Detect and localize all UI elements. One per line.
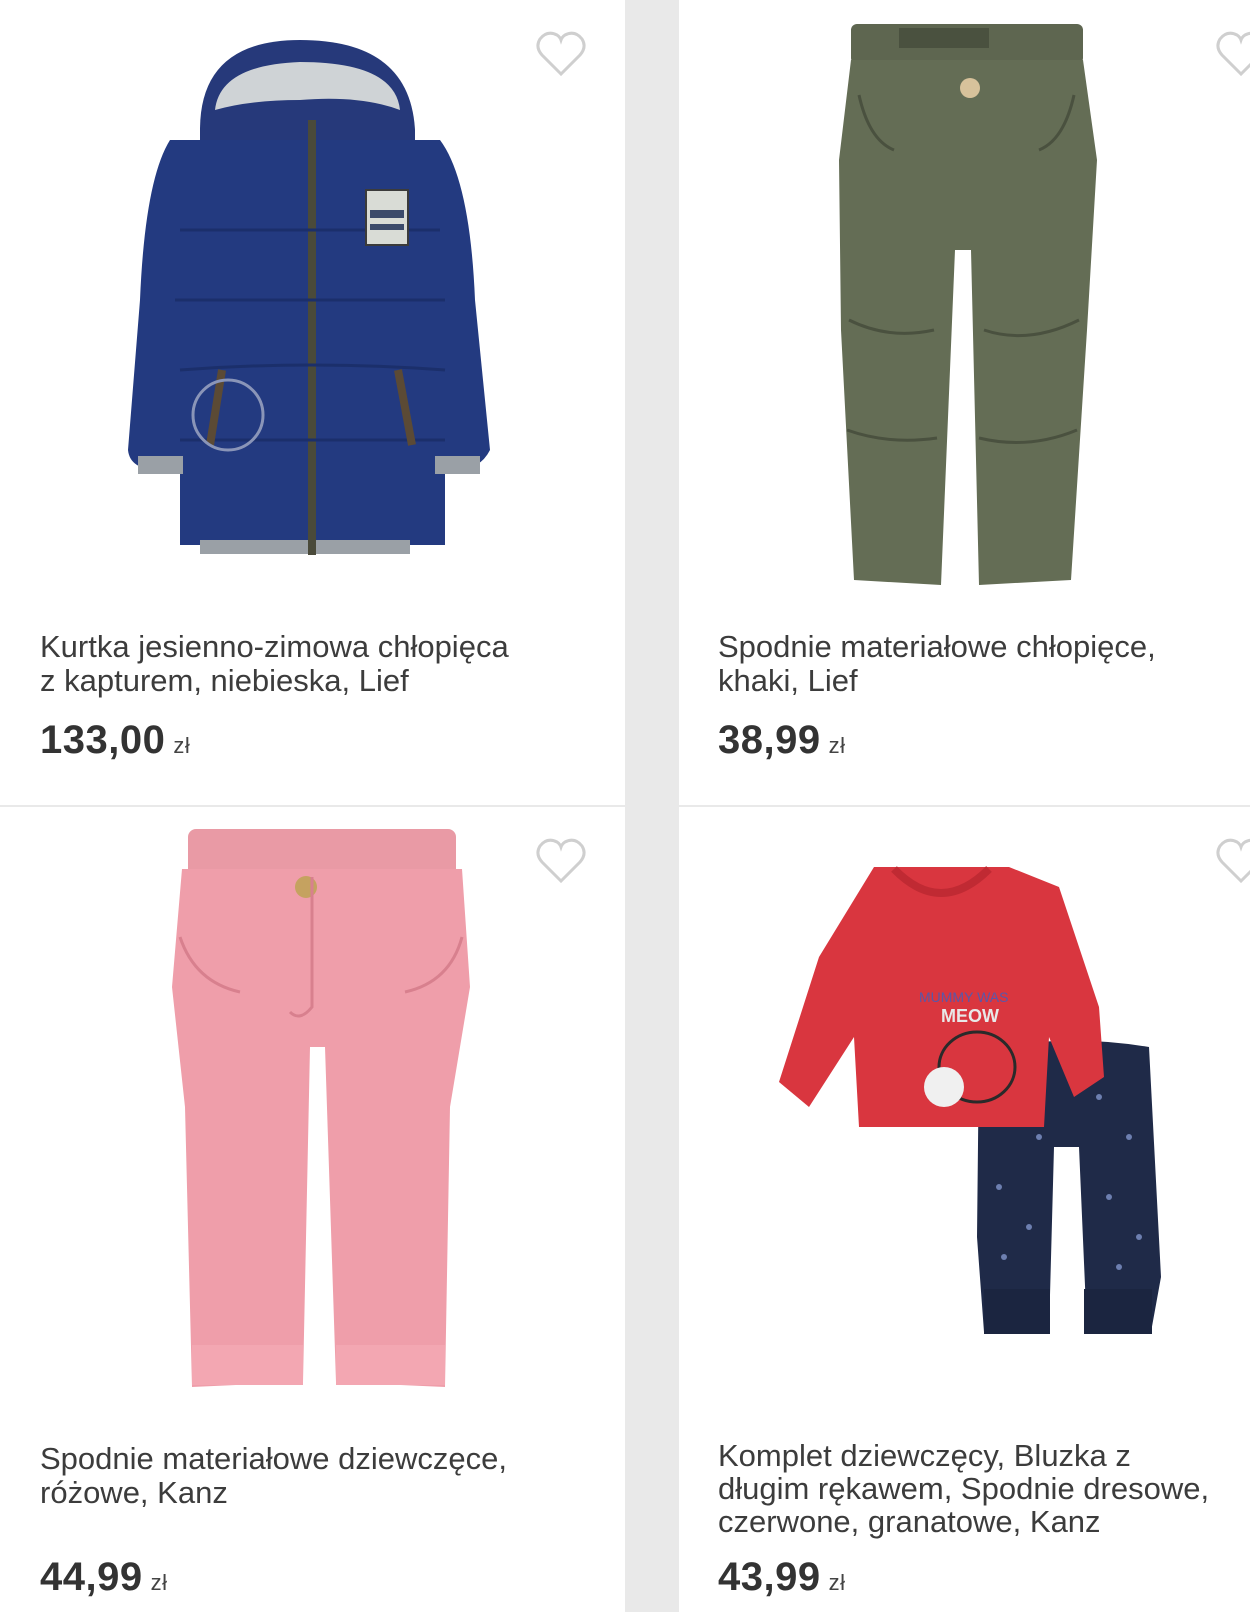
price-currency: zł (828, 733, 846, 758)
price-value: 133,00 (40, 718, 166, 762)
product-image-jacket[interactable] (0, 0, 625, 610)
price-value: 44,99 (40, 1555, 143, 1599)
favorite-heart-icon[interactable] (1215, 837, 1250, 885)
title-line: Komplet dziewczęcy, Bluzka z (718, 1438, 1131, 1473)
favorite-heart-icon[interactable] (1215, 30, 1250, 78)
title-line: Kurtka jesienno-zimowa chłopięca (40, 629, 509, 664)
favorite-heart-icon[interactable] (535, 837, 587, 885)
product-grid: Kurtka jesienno-zimowa chłopięca z kaptu… (0, 0, 1250, 1612)
favorite-heart-icon[interactable] (535, 30, 587, 78)
product-title[interactable]: Komplet dziewczęcy, Bluzka z długim ręka… (718, 1439, 1250, 1538)
product-card[interactable]: Spodnie materiałowe chłopięce, khaki, Li… (679, 0, 1250, 805)
price-currency: zł (173, 733, 191, 758)
product-title[interactable]: Kurtka jesienno-zimowa chłopięca z kaptu… (40, 630, 640, 698)
title-line: Spodnie materiałowe dziewczęce, (40, 1441, 507, 1476)
price-value: 38,99 (718, 718, 821, 762)
title-line: czerwone, granatowe, Kanz (718, 1504, 1101, 1539)
product-title[interactable]: Spodnie materiałowe chłopięce, khaki, Li… (718, 630, 1250, 698)
product-price: 133,00 zł (40, 718, 190, 763)
print-text: MEOW (941, 1006, 999, 1026)
print-text: MUMMY WAS (919, 989, 1008, 1005)
product-title[interactable]: Spodnie materiałowe dziewczęce, różowe, … (40, 1442, 640, 1510)
product-price: 44,99 zł (40, 1555, 168, 1600)
product-price: 43,99 zł (718, 1555, 846, 1600)
product-image-pink-pants[interactable] (0, 807, 625, 1417)
price-currency: zł (828, 1570, 846, 1595)
title-line: z kapturem, niebieska, Lief (40, 663, 409, 698)
title-line: Spodnie materiałowe chłopięce, (718, 629, 1156, 664)
product-card[interactable]: Spodnie materiałowe dziewczęce, różowe, … (0, 807, 625, 1612)
title-line: długim rękawem, Spodnie dresowe, (718, 1471, 1210, 1506)
product-image-khaki-pants[interactable] (679, 0, 1250, 610)
product-card[interactable]: Kurtka jesienno-zimowa chłopięca z kaptu… (0, 0, 625, 805)
price-currency: zł (150, 1570, 168, 1595)
product-card[interactable]: MUMMY WAS MEOW Komplet dziewczęcy, Bluzk… (679, 807, 1250, 1612)
title-line: khaki, Lief (718, 663, 858, 698)
product-image-girls-set[interactable]: MUMMY WAS MEOW (679, 807, 1250, 1417)
title-line: różowe, Kanz (40, 1475, 228, 1510)
price-value: 43,99 (718, 1555, 821, 1599)
product-price: 38,99 zł (718, 718, 846, 763)
